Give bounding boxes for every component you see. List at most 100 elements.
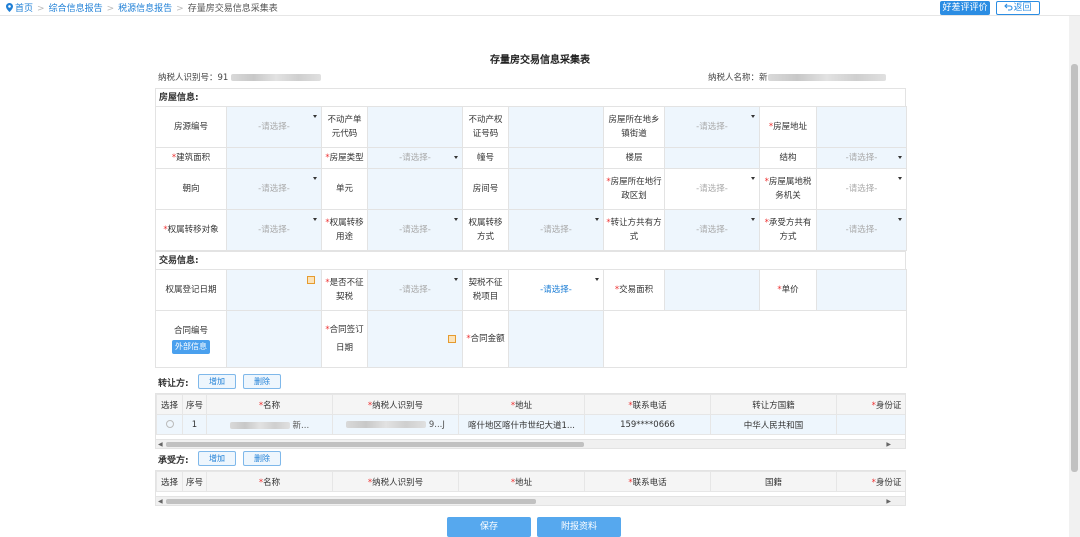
- back-button-label: 返回: [1013, 3, 1032, 13]
- label-address: *房屋地址: [759, 106, 817, 148]
- sign-date-picker[interactable]: [367, 310, 463, 368]
- scroll-thumb[interactable]: [166, 442, 584, 447]
- col-name: *名称: [206, 394, 333, 415]
- district-select[interactable]: -请选择-: [664, 168, 760, 210]
- page-scroll-thumb[interactable]: [1071, 64, 1078, 472]
- breadcrumb-current: 存量房交易信息采集表: [187, 4, 278, 14]
- table-row[interactable]: 1 新... 9...J 喀什地区喀什市世纪大道1... 159****0666…: [156, 414, 905, 435]
- transferor-label: 转让方:: [158, 379, 189, 389]
- label-district: *房屋所在地行政区划: [603, 168, 665, 210]
- col-taxid: *纳税人识别号: [332, 471, 459, 492]
- redacted-value: [346, 420, 427, 428]
- redacted-value: [231, 74, 322, 81]
- address-input[interactable]: [816, 106, 907, 148]
- scroll-left-icon[interactable]: ◀: [158, 498, 163, 505]
- trade-area-input[interactable]: [664, 269, 760, 311]
- area-input[interactable]: [226, 147, 322, 169]
- house-trade-form: 房屋信息: 房源编号 -请选择- 不动产单元代码 不动产权证号码 房屋所在地乡镇…: [155, 88, 907, 368]
- page-scrollbar[interactable]: [1069, 16, 1080, 537]
- row-radio[interactable]: [156, 414, 183, 435]
- location-pin-icon: [6, 3, 13, 12]
- col-address: *地址: [458, 471, 585, 492]
- building-no-input[interactable]: [508, 147, 604, 169]
- scroll-right-icon[interactable]: ▶: [886, 441, 891, 448]
- unit-price-input[interactable]: [816, 269, 907, 311]
- row-address: 喀什地区喀什市世纪大道1...: [458, 414, 585, 435]
- tax-office-select[interactable]: -请选择-: [816, 168, 907, 210]
- register-date-picker[interactable]: [226, 269, 322, 311]
- col-phone: *联系电话: [584, 471, 711, 492]
- col-idcard: *身份证: [836, 471, 905, 492]
- back-button[interactable]: 返回: [996, 1, 1040, 15]
- transferor-table: 选择 序号 *名称 *纳税人识别号 *地址 *联系电话 转让方国籍 *身份证 1…: [155, 393, 906, 449]
- save-button[interactable]: 保存: [447, 517, 531, 537]
- contract-no-input[interactable]: [226, 310, 322, 368]
- row-taxid: 9...J: [332, 414, 459, 435]
- top-bar: 首页 > 综合信息报告 > 税源信息报告 > 存量房交易信息采集表 好差评评价 返回: [0, 0, 1080, 16]
- horizontal-scrollbar[interactable]: ◀ ▶: [156, 439, 905, 448]
- transferor-share-select[interactable]: -请选择-: [664, 209, 760, 251]
- transfer-object-select[interactable]: -请选择-: [226, 209, 322, 251]
- structure-select[interactable]: -请选择-: [816, 147, 907, 169]
- exempt-item-select[interactable]: -请选择-: [508, 269, 604, 311]
- scroll-right-icon[interactable]: ▶: [886, 498, 891, 505]
- unit-input[interactable]: [367, 168, 463, 210]
- redacted-value: [229, 421, 290, 429]
- breadcrumb-comprehensive-report[interactable]: 综合信息报告: [49, 4, 103, 14]
- label-exempt-item: 契税不征税项目: [462, 269, 509, 311]
- col-index: 序号: [182, 394, 207, 415]
- transfer-method-select[interactable]: -请选择-: [508, 209, 604, 251]
- label-house-type: *房屋类型: [321, 147, 368, 169]
- rate-button[interactable]: 好差评评价: [940, 1, 990, 15]
- transferee-table: 选择 序号 *名称 *纳税人识别号 *地址 *联系电话 国籍 *身份证 ◀ ▶: [155, 470, 906, 506]
- transferee-delete-button[interactable]: 删除: [243, 451, 281, 466]
- label-sign-date: *合同签订日期: [321, 310, 368, 368]
- external-info-button[interactable]: 外部信息: [172, 340, 210, 354]
- transferor-add-button[interactable]: 增加: [198, 374, 236, 389]
- taxpayer-name-value: 新: [759, 73, 768, 83]
- scroll-left-icon[interactable]: ◀: [158, 441, 163, 448]
- taxpayer-id-value: 91: [217, 73, 229, 83]
- room-no-input[interactable]: [508, 168, 604, 210]
- contract-no-cell: 合同编号 外部信息: [155, 310, 227, 368]
- transferee-label: 承受方:: [158, 456, 189, 466]
- label-unit-code: 不动产单元代码: [321, 106, 368, 148]
- attach-materials-button[interactable]: 附报资料: [537, 517, 621, 537]
- amount-input[interactable]: [508, 310, 604, 368]
- breadcrumb-tax-source-report[interactable]: 税源信息报告: [118, 4, 172, 14]
- transferor-delete-button[interactable]: 删除: [243, 374, 281, 389]
- label-trade-area: *交易面积: [603, 269, 665, 311]
- label-transfer-object: *权属转移对象: [155, 209, 227, 251]
- label-register-date: 权属登记日期: [155, 269, 227, 311]
- breadcrumb-home[interactable]: 首页: [15, 4, 33, 14]
- row-phone: 159****0666: [584, 414, 711, 435]
- label-street: 房屋所在地乡镇街道: [603, 106, 665, 148]
- orientation-select[interactable]: -请选择-: [226, 168, 322, 210]
- transferee-add-button[interactable]: 增加: [198, 451, 236, 466]
- col-name: *名称: [206, 471, 333, 492]
- no-deed-tax-select[interactable]: -请选择-: [367, 269, 463, 311]
- col-phone: *联系电话: [584, 394, 711, 415]
- transfer-use-select[interactable]: -请选择-: [367, 209, 463, 251]
- horizontal-scrollbar[interactable]: ◀ ▶: [156, 496, 905, 505]
- unit-code-input[interactable]: [367, 106, 463, 148]
- cert-no-input[interactable]: [508, 106, 604, 148]
- transferee-share-select[interactable]: -请选择-: [816, 209, 907, 251]
- row-nationality: 中华人民共和国: [710, 414, 837, 435]
- house-no-select[interactable]: -请选择-: [226, 106, 322, 148]
- page-title: 存量房交易信息采集表: [490, 55, 590, 66]
- floor-input[interactable]: [664, 147, 760, 169]
- house-type-select[interactable]: -请选择-: [367, 147, 463, 169]
- taxpayer-name: 纳税人名称：新: [708, 71, 886, 83]
- house-section-title: 房屋信息:: [155, 88, 906, 106]
- street-select[interactable]: -请选择-: [664, 106, 760, 148]
- col-idcard: *身份证: [836, 394, 905, 415]
- col-index: 序号: [182, 471, 207, 492]
- scroll-thumb[interactable]: [166, 499, 536, 504]
- row-index: 1: [182, 414, 207, 435]
- taxpayer-id-label: 纳税人识别号：: [158, 73, 218, 83]
- label-structure: 结构: [759, 147, 817, 169]
- label-house-no: 房源编号: [155, 106, 227, 148]
- label-transfer-use: *权属转移用途: [321, 209, 368, 251]
- label-no-deed-tax: *是否不征契税: [321, 269, 368, 311]
